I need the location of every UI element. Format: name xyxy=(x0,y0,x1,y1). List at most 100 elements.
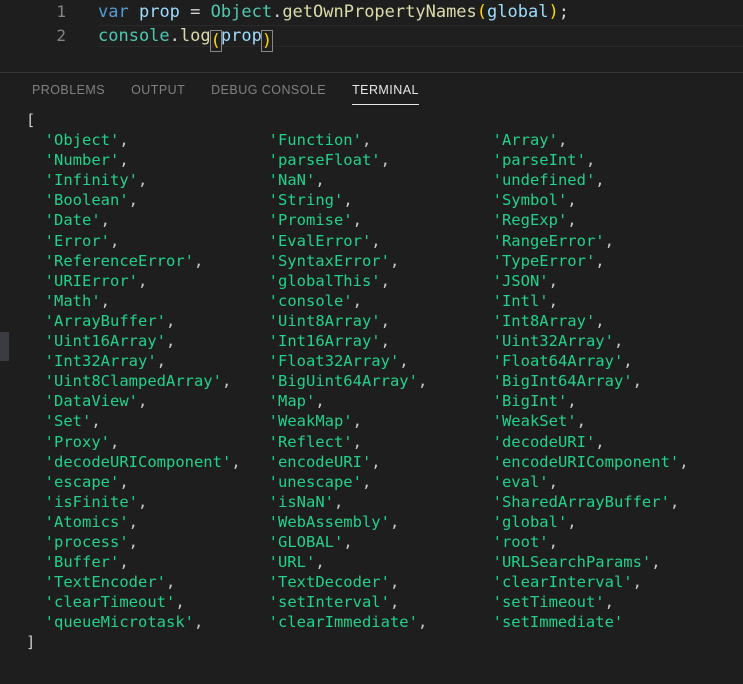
terminal-string: 'parseFloat' xyxy=(268,151,381,170)
terminal-punct xyxy=(26,473,45,491)
terminal-string: 'Promise' xyxy=(268,211,353,230)
terminal-string: 'Object' xyxy=(44,131,120,150)
code-token-fn: log xyxy=(179,26,211,46)
terminal-row: 'Buffer', 'URL', 'URLSearchParams', xyxy=(26,552,689,572)
terminal-punct: , xyxy=(389,573,493,592)
terminal-punct: , xyxy=(193,251,269,270)
terminal-punct xyxy=(26,352,45,370)
code-token-var: global xyxy=(487,2,549,22)
terminal-punct: , xyxy=(380,311,493,330)
code-token-punc: ; xyxy=(558,2,569,22)
code-token-punc: . xyxy=(169,26,180,46)
terminal-string: 'clearTimeout' xyxy=(44,593,176,612)
terminal-punct xyxy=(26,171,45,189)
terminal-string: 'Boolean' xyxy=(44,191,129,210)
terminal-punct: , xyxy=(156,352,269,371)
terminal-punct: , xyxy=(352,432,493,451)
panel-tab-bar[interactable]: PROBLEMS OUTPUT DEBUG CONSOLE TERMINAL xyxy=(0,73,743,108)
terminal-punct: , xyxy=(138,392,269,411)
terminal-string: 'Uint32Array' xyxy=(492,332,614,351)
terminal-string: 'undefined' xyxy=(492,171,596,190)
terminal-string: 'console' xyxy=(268,291,353,310)
terminal-string: 'BigInt64Array' xyxy=(492,372,633,391)
terminal-row: 'escape', 'unescape', 'eval', xyxy=(26,472,689,492)
editor-lines[interactable]: 1 var prop = Object.getOwnPropertyNames(g… xyxy=(0,0,743,52)
terminal-string: 'WeakSet' xyxy=(492,412,577,431)
terminal-row: 'Error', 'EvalError', 'RangeError', xyxy=(26,231,689,251)
terminal-punct: , xyxy=(221,372,269,391)
terminal-punct: , xyxy=(166,311,269,330)
code-text[interactable]: console.log(prop) xyxy=(98,24,274,52)
terminal-string: 'Int8Array' xyxy=(492,311,596,330)
terminal-view[interactable]: [ 'Object', 'Function', 'Array', 'Number… xyxy=(0,108,743,684)
code-text[interactable]: var prop = Object.getOwnPropertyNames(gl… xyxy=(98,0,569,24)
bracket-match: ) xyxy=(260,30,274,52)
terminal-punct xyxy=(26,453,45,471)
terminal-row: 'Atomics', 'WebAssembly', 'global', xyxy=(26,512,689,532)
terminal-row: 'Uint8ClampedArray', 'BigUint64Array', '… xyxy=(26,371,689,391)
terminal-punct: , xyxy=(417,613,493,632)
code-editor[interactable]: 1 var prop = Object.getOwnPropertyNames(g… xyxy=(0,0,743,72)
terminal-punct xyxy=(26,513,45,531)
code-token-op: = xyxy=(179,2,211,22)
terminal-punct: , xyxy=(371,231,493,250)
terminal-punct: , xyxy=(343,191,493,210)
terminal-punct: , xyxy=(548,291,558,310)
code-token-op xyxy=(129,2,139,22)
terminal-punct: , xyxy=(91,412,269,431)
terminal-string: 'encodeURIComponent' xyxy=(492,452,680,471)
terminal-punct: , xyxy=(595,251,605,270)
terminal-punct: , xyxy=(389,251,493,270)
terminal-string: 'URLSearchParams' xyxy=(492,553,652,572)
terminal-punct: , xyxy=(119,131,269,150)
terminal-punct xyxy=(26,392,45,410)
terminal-punct xyxy=(26,372,45,390)
terminal-string: 'Set' xyxy=(44,412,92,431)
terminal-punct: , xyxy=(567,512,577,531)
code-line[interactable]: 1 var prop = Object.getOwnPropertyNames(g… xyxy=(0,0,743,24)
terminal-punct: , xyxy=(119,151,269,170)
terminal-punct: , xyxy=(193,613,269,632)
terminal-string: 'clearInterval' xyxy=(492,573,633,592)
bottom-panel: PROBLEMS OUTPUT DEBUG CONSOLE TERMINAL [ 'O… xyxy=(0,72,743,684)
terminal-punct: , xyxy=(231,452,269,471)
terminal-punct: , xyxy=(380,151,493,170)
terminal-string: 'SharedArrayBuffer' xyxy=(492,492,670,511)
terminal-scrollbar[interactable] xyxy=(0,108,9,684)
terminal-string: 'ArrayBuffer' xyxy=(44,311,166,330)
line-number: 1 xyxy=(56,2,66,21)
terminal-punct xyxy=(26,613,45,631)
terminal-punct xyxy=(26,593,45,611)
terminal-punct xyxy=(26,433,45,451)
terminal-string: 'process' xyxy=(44,532,129,551)
terminal-string: 'Number' xyxy=(44,151,120,170)
terminal-string: 'Intl' xyxy=(492,291,549,310)
terminal-string: 'Float32Array' xyxy=(268,352,400,371)
terminal-string: 'decodeURI' xyxy=(492,432,596,451)
terminal-row: 'Uint16Array', 'Int16Array', 'Uint32Arra… xyxy=(26,331,689,351)
terminal-string: 'globalThis' xyxy=(268,271,381,290)
terminal-string: 'WebAssembly' xyxy=(268,512,390,531)
terminal-punct xyxy=(26,211,45,229)
terminal-scrollbar-thumb[interactable] xyxy=(0,332,9,361)
terminal-punct: , xyxy=(604,593,614,612)
terminal-punct: , xyxy=(417,372,493,391)
terminal-string: 'Atomics' xyxy=(44,512,129,531)
terminal-row: 'DataView', 'Map', 'BigInt', xyxy=(26,391,689,411)
terminal-punct: , xyxy=(613,332,624,351)
terminal-row: 'Boolean', 'String', 'Symbol', xyxy=(26,190,689,210)
panel-tab-output[interactable]: OUTPUT xyxy=(131,77,185,105)
terminal-punct: , xyxy=(138,492,269,511)
terminal-punct xyxy=(26,553,45,571)
panel-tab-debug-console[interactable]: DEBUG CONSOLE xyxy=(211,77,326,105)
terminal-punct: , xyxy=(389,593,493,612)
panel-tab-problems[interactable]: PROBLEMS xyxy=(32,77,105,105)
terminal-punct: , xyxy=(604,231,614,250)
terminal-string: 'parseInt' xyxy=(492,151,586,170)
code-line[interactable]: 2 console.log(prop) xyxy=(0,24,743,52)
terminal-punct: , xyxy=(585,151,596,170)
code-token-fn: getOwnPropertyNames xyxy=(282,2,477,22)
panel-tab-terminal[interactable]: TERMINAL xyxy=(352,77,419,105)
terminal-string: 'Date' xyxy=(44,211,101,230)
terminal-punct: , xyxy=(110,231,269,250)
